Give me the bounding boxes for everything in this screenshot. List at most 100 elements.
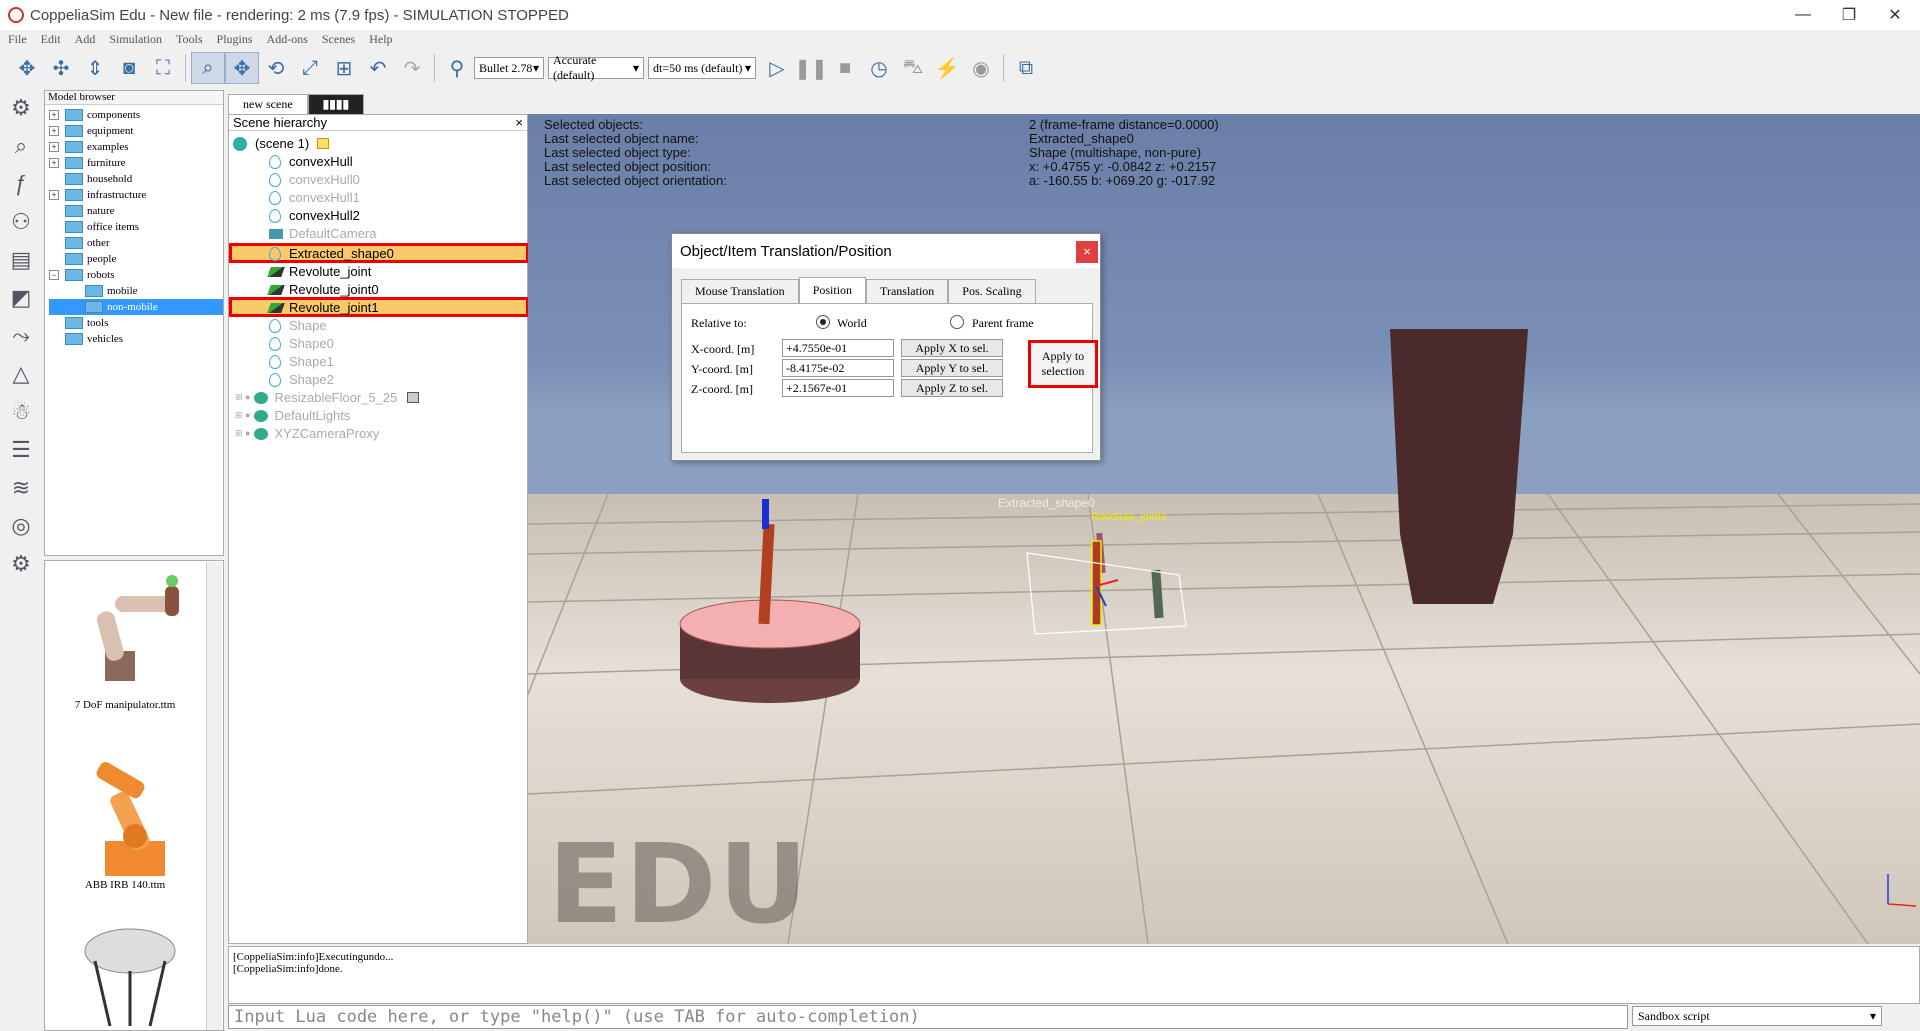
item-convexhull1[interactable]: convexHull1 bbox=[269, 189, 360, 206]
scene-root[interactable]: (scene 1) bbox=[233, 135, 330, 152]
close-icon[interactable]: × bbox=[515, 115, 523, 130]
search-icon[interactable]: ⌕ bbox=[0, 128, 42, 164]
assemble-icon[interactable]: ⤢ bbox=[293, 52, 327, 84]
accuracy-select[interactable]: Accurate (default) ▾ bbox=[548, 53, 644, 82]
tab-position[interactable]: Position bbox=[798, 277, 867, 303]
folder-nature[interactable]: +nature bbox=[49, 203, 223, 219]
physics-engine-select[interactable]: Bullet 2.78 ▾ bbox=[474, 57, 544, 79]
item-defaultcamera[interactable]: DefaultCamera bbox=[269, 225, 376, 242]
video-recorder-icon[interactable]: ◎ bbox=[0, 508, 42, 544]
folder-robots[interactable]: − robots bbox=[49, 267, 223, 283]
layers-icon[interactable]: ≋ bbox=[0, 470, 42, 506]
7dof-manipulator-thumbnail[interactable] bbox=[70, 571, 190, 691]
abb-irb140-thumbnail[interactable] bbox=[65, 741, 195, 881]
camera-rotate-icon[interactable]: ✣ bbox=[44, 52, 78, 84]
dialog-close-button[interactable]: × bbox=[1076, 241, 1098, 263]
folder-household[interactable]: +household bbox=[49, 171, 223, 187]
item-xyzcameraproxy[interactable]: ⊞ ● XYZCameraProxy bbox=[235, 425, 379, 442]
transfer-dna-icon[interactable]: ⊞ bbox=[327, 52, 361, 84]
script-icon[interactable] bbox=[407, 392, 420, 403]
selection-icon[interactable]: △ bbox=[0, 356, 42, 392]
menu-plugins[interactable]: Plugins bbox=[217, 32, 253, 47]
folder-tools[interactable]: +tools bbox=[49, 315, 223, 331]
folder-equipment[interactable]: + equipment bbox=[49, 123, 223, 139]
shape-edit-icon[interactable]: ◩ bbox=[0, 280, 42, 316]
item-extracted-shape0[interactable]: Extracted_shape0 bbox=[269, 245, 394, 262]
menu-file[interactable]: File bbox=[8, 32, 27, 47]
item-shape[interactable]: Shape bbox=[269, 317, 327, 334]
stop-icon[interactable]: ■ bbox=[828, 52, 862, 84]
object-rotate-icon[interactable]: ⟲ bbox=[259, 52, 293, 84]
simulation-settings-icon[interactable]: ⚙ bbox=[0, 90, 42, 126]
visualization-icon[interactable]: ◉ bbox=[964, 52, 998, 84]
expand-icon[interactable]: ⊞ ● bbox=[235, 410, 250, 421]
camera-shift-icon[interactable]: ⇕ bbox=[78, 52, 112, 84]
lua-command-input[interactable]: Input Lua code here, or type "help()" (u… bbox=[228, 1005, 1628, 1029]
undo-icon[interactable]: ↶ bbox=[361, 52, 395, 84]
item-shape0[interactable]: Shape0 bbox=[269, 335, 334, 352]
dynamics-icon[interactable]: ⚲ bbox=[440, 52, 474, 84]
tab-mouse-translation[interactable]: Mouse Translation bbox=[681, 279, 799, 303]
camera-angle-icon[interactable]: ◙ bbox=[112, 52, 146, 84]
folder-infrastructure[interactable]: + infrastructure bbox=[49, 187, 223, 203]
folder-examples[interactable]: + examples bbox=[49, 139, 223, 155]
menu-scenes[interactable]: Scenes bbox=[322, 32, 355, 47]
item-resizablefloor[interactable]: ⊞ ● ResizableFloor_5_25 bbox=[235, 389, 420, 406]
item-shape2[interactable]: Shape2 bbox=[269, 371, 334, 388]
folder-furniture[interactable]: + furniture bbox=[49, 155, 223, 171]
folder-other[interactable]: +other bbox=[49, 235, 223, 251]
menu-add[interactable]: Add bbox=[75, 32, 96, 47]
pause-icon[interactable]: ❚❚ bbox=[794, 52, 828, 84]
parent-frame-radio[interactable] bbox=[950, 315, 964, 329]
menu-edit[interactable]: Edit bbox=[41, 32, 61, 47]
tab-other-scene[interactable]: ▮▮▮▮ bbox=[307, 94, 365, 114]
menu-addons[interactable]: Add-ons bbox=[267, 32, 308, 47]
menu-simulation[interactable]: Simulation bbox=[109, 32, 162, 47]
speed-up-icon[interactable]: ⚡ bbox=[930, 52, 964, 84]
y-coord-input[interactable]: -8.4175e-02 bbox=[782, 359, 894, 377]
folder-mobile[interactable]: mobile bbox=[49, 283, 223, 299]
script-select[interactable]: Sandbox script ▾ bbox=[1632, 1006, 1882, 1026]
fit-to-view-icon[interactable]: ⛶ bbox=[146, 52, 180, 84]
tab-new-scene[interactable]: new scene bbox=[228, 94, 308, 114]
play-icon[interactable]: ▷ bbox=[760, 52, 794, 84]
scripts-icon[interactable]: ▤ bbox=[0, 242, 42, 278]
path-edit-icon[interactable]: ⤳ bbox=[0, 318, 42, 354]
delta-robot-thumbnail[interactable] bbox=[65, 921, 195, 1031]
item-convexhull2[interactable]: convexHull2 bbox=[269, 207, 360, 224]
scene-hierarchy-icon[interactable]: ☰ bbox=[0, 432, 42, 468]
apply-to-selection-button[interactable]: Apply to selection bbox=[1028, 340, 1098, 388]
apply-y-button[interactable]: Apply Y to sel. bbox=[901, 359, 1003, 377]
folder-components[interactable]: + components bbox=[49, 107, 223, 123]
click-select-icon[interactable]: ⌕ bbox=[191, 52, 225, 84]
item-convexhull0[interactable]: convexHull0 bbox=[269, 171, 360, 188]
folder-vehicles[interactable]: +vehicles bbox=[49, 331, 223, 347]
tab-translation[interactable]: Translation bbox=[866, 279, 949, 303]
menu-help[interactable]: Help bbox=[369, 32, 392, 47]
expand-icon[interactable]: ⊞ ● bbox=[235, 428, 250, 439]
scene-switch-icon[interactable]: ⧉ bbox=[1009, 52, 1043, 84]
slow-down-icon[interactable]: ⛍ bbox=[896, 52, 930, 84]
apply-x-button[interactable]: Apply X to sel. bbox=[901, 339, 1003, 357]
z-coord-input[interactable]: +2.1567e-01 bbox=[782, 379, 894, 397]
expand-icon[interactable]: ⊞ ● bbox=[235, 392, 250, 403]
collections-icon[interactable]: ⚇ bbox=[0, 204, 42, 240]
folder-people[interactable]: +people bbox=[49, 251, 223, 267]
x-coord-input[interactable]: +4.7550e-01 bbox=[782, 339, 894, 357]
item-revolute-joint[interactable]: Revolute_joint bbox=[267, 263, 371, 280]
script-icon[interactable] bbox=[317, 138, 330, 149]
user-settings-icon[interactable]: ⚙ bbox=[0, 546, 42, 582]
folder-non-mobile[interactable]: non-mobile bbox=[49, 299, 223, 315]
camera-pan-icon[interactable]: ✥ bbox=[10, 52, 44, 84]
folder-office-items[interactable]: +office items bbox=[49, 219, 223, 235]
thumbnails-scrollbar[interactable] bbox=[206, 562, 222, 1030]
redo-icon[interactable]: ↷ bbox=[395, 52, 429, 84]
world-radio[interactable] bbox=[816, 315, 830, 329]
restore-button[interactable]: ❐ bbox=[1826, 0, 1872, 30]
object-shift-icon[interactable]: ✥ bbox=[225, 52, 259, 84]
item-revolute-joint1[interactable]: Revolute_joint1 bbox=[267, 299, 379, 316]
tab-pos-scaling[interactable]: Pos. Scaling bbox=[948, 279, 1036, 303]
close-window-button[interactable]: ✕ bbox=[1872, 0, 1918, 30]
real-time-icon[interactable]: ◷ bbox=[862, 52, 896, 84]
item-defaultlights[interactable]: ⊞ ● DefaultLights bbox=[235, 407, 350, 424]
